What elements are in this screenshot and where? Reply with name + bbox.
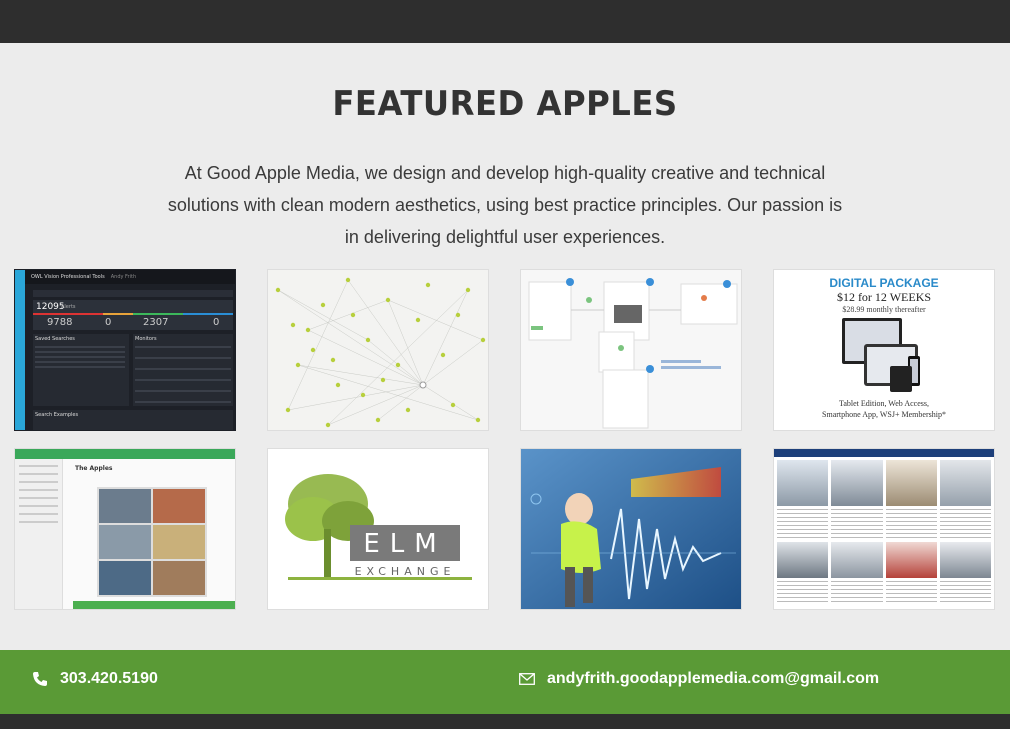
elm-exchange-logo: ELM EXCHANGE bbox=[285, 474, 472, 580]
intro-paragraph: At Good Apple Media, we design and devel… bbox=[167, 163, 843, 247]
portfolio-tile-workflow[interactable] bbox=[520, 269, 742, 431]
apples-collage bbox=[97, 487, 207, 597]
phone-icon bbox=[33, 672, 47, 686]
owl-monitor-lines bbox=[135, 346, 231, 404]
digital-package-desc-2: Smartphone App, WSJ+ Membership* bbox=[822, 410, 946, 419]
owl-examples-label: Search Examples bbox=[35, 412, 79, 418]
owl-user-text: Andy Frith bbox=[110, 274, 137, 280]
owl-app-header: OWL Vision Professional Tools Andy Frith bbox=[15, 270, 235, 284]
phone-link[interactable]: 303.420.5190 bbox=[32, 670, 158, 688]
digital-package-price: $28.99 monthly thereafter bbox=[842, 305, 926, 314]
email-link[interactable]: andyfrith.goodapplemedia.com@gmail.com bbox=[519, 670, 879, 688]
apples-progress-bar bbox=[73, 601, 235, 609]
metabolism-illustration bbox=[521, 449, 741, 609]
apples-heading: The Apples bbox=[75, 465, 113, 472]
apples-sidebar-lines bbox=[19, 465, 58, 525]
portfolio-tile-owl-vision[interactable]: OWL Vision Professional Tools Andy Frith… bbox=[14, 269, 236, 431]
owl-saved-label: Saved Searches bbox=[35, 336, 75, 342]
elm-subword: EXCHANGE bbox=[355, 565, 456, 578]
owl-search-bar bbox=[33, 290, 233, 297]
apples-sidebar bbox=[15, 459, 63, 609]
owl-alert-label: Alerts bbox=[61, 304, 76, 310]
portfolio-tile-digital-package[interactable]: DIGITAL PACKAGE $12 for 12 WEEKS $28.99 … bbox=[773, 269, 995, 431]
digital-package-desc-1: Tablet Edition, Web Access, bbox=[839, 399, 929, 408]
network-graph-illustration bbox=[275, 277, 486, 428]
owl-metric-2: 0 bbox=[105, 317, 112, 328]
owl-status-bar bbox=[33, 313, 233, 315]
phone-number[interactable]: 303.420.5190 bbox=[60, 670, 158, 688]
owl-monitors: Monitors bbox=[133, 334, 233, 406]
page-title: FEATURED APPLES bbox=[332, 84, 678, 124]
owl-metric-4: 0 bbox=[213, 317, 220, 328]
contact-bar: 303.420.5190 andyfrith.goodapplemedia.co… bbox=[0, 650, 1010, 714]
owl-saved-lines bbox=[35, 346, 125, 368]
elm-word: ELM bbox=[363, 529, 446, 559]
apples-site-header bbox=[15, 449, 235, 459]
footer bbox=[0, 714, 1010, 729]
owl-examples: Search Examples bbox=[33, 410, 233, 430]
digital-package-offer: $12 for 12 WEEKS bbox=[836, 290, 932, 304]
owl-stats-panel: 12095 Alerts 9788 0 2307 0 bbox=[33, 300, 233, 330]
owl-sidebar bbox=[15, 270, 25, 430]
envelope-icon bbox=[519, 673, 535, 685]
owl-metric-1: 9788 bbox=[47, 317, 73, 328]
owl-saved-searches: Saved Searches bbox=[33, 334, 129, 406]
owl-monitors-label: Monitors bbox=[135, 336, 157, 342]
portfolio-tile-the-apples[interactable]: The Apples bbox=[14, 448, 236, 610]
portfolio-tile-elm-exchange[interactable]: ELM EXCHANGE bbox=[267, 448, 489, 610]
portfolio-tile-metabolism[interactable] bbox=[520, 448, 742, 610]
workflow-diagram-illustration bbox=[528, 278, 738, 429]
car-ads-header bbox=[774, 449, 994, 457]
owl-header-text: OWL Vision Professional Tools bbox=[31, 274, 105, 280]
devices-illustration bbox=[842, 318, 920, 392]
portfolio-tile-network-graph[interactable] bbox=[267, 269, 489, 431]
owl-metric-3: 2307 bbox=[143, 317, 169, 328]
portfolio-tile-car-ads[interactable] bbox=[773, 448, 995, 610]
digital-package-title: DIGITAL PACKAGE bbox=[829, 276, 939, 290]
top-navigation-bar bbox=[0, 0, 1010, 43]
email-address[interactable]: andyfrith.goodapplemedia.com@gmail.com bbox=[547, 670, 879, 688]
car-ads-grid bbox=[774, 457, 994, 608]
